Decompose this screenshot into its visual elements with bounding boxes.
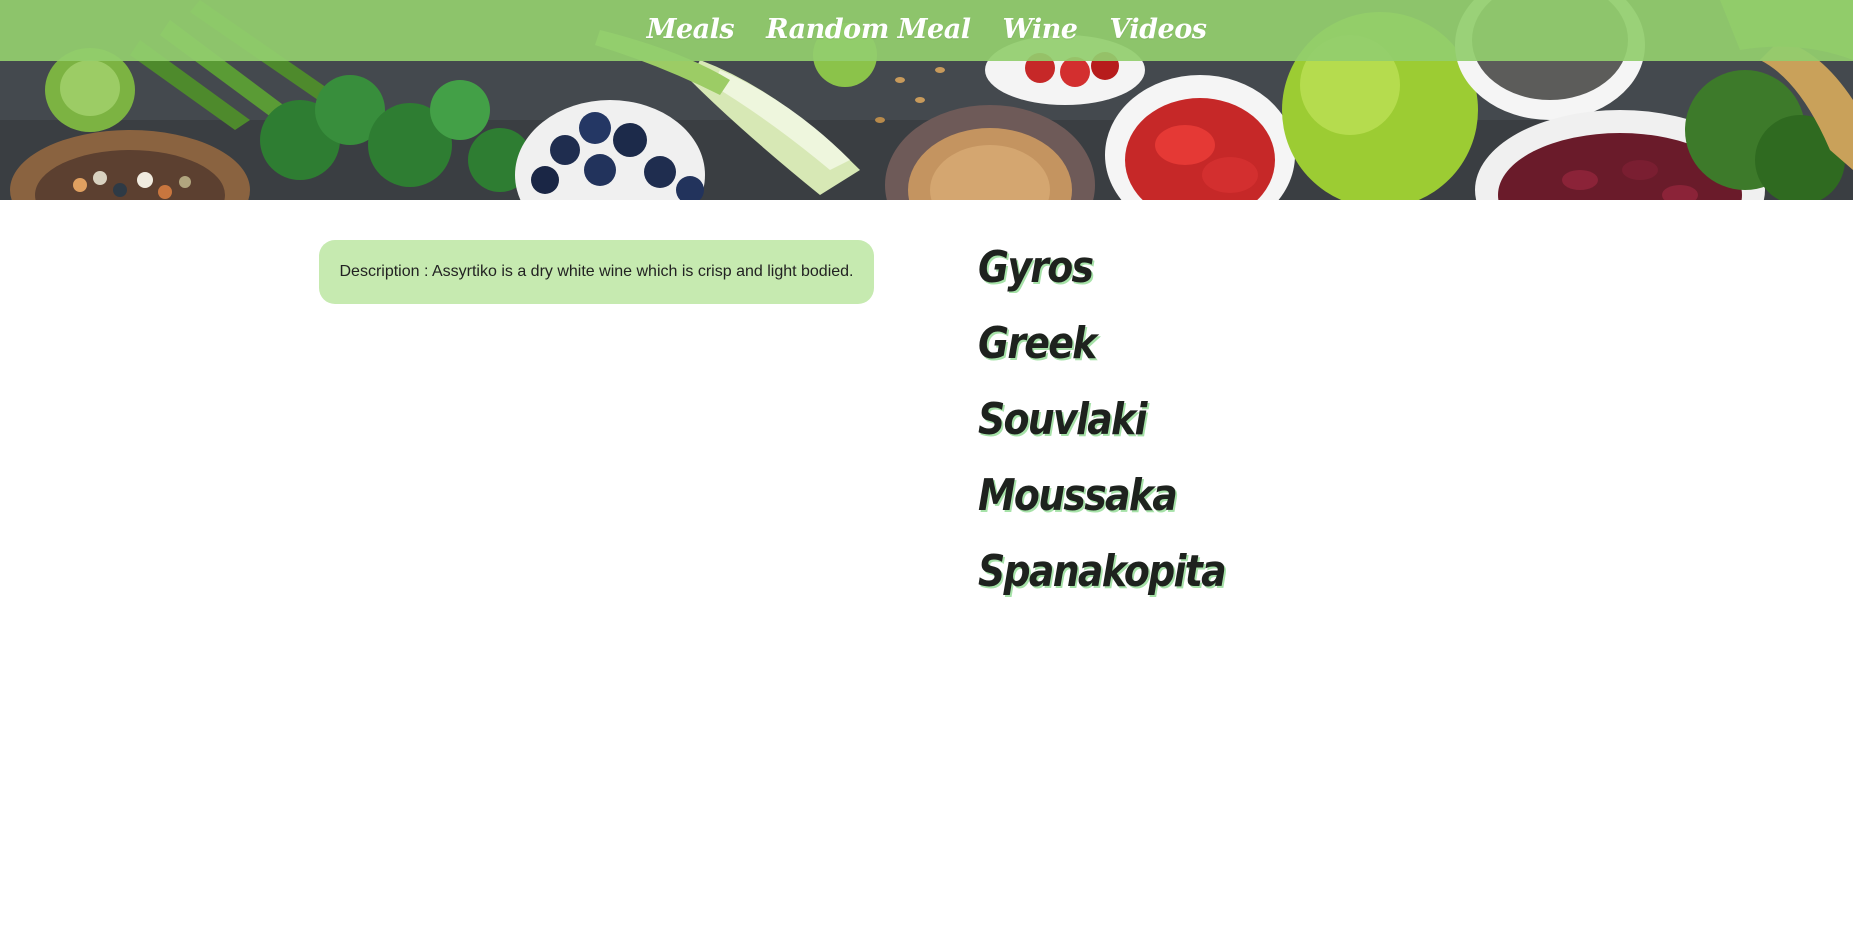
- meal-item-souvlaki[interactable]: Souvlaki: [978, 390, 1322, 466]
- nav-link-meals[interactable]: Meals: [647, 14, 735, 47]
- wine-description-card: Description : Assyrtiko is a dry white w…: [319, 240, 874, 304]
- nav-link-videos[interactable]: Videos: [1109, 14, 1207, 47]
- meal-item-moussaka[interactable]: Moussaka: [978, 466, 1322, 542]
- meal-item-greek[interactable]: Greek: [978, 314, 1322, 390]
- wine-description-text: Description : Assyrtiko is a dry white w…: [339, 263, 854, 280]
- header-banner: Meals Random Meal Wine Videos: [0, 0, 1853, 200]
- meal-item-spanakopita[interactable]: Spanakopita: [978, 542, 1322, 618]
- nav-link-random-meal[interactable]: Random Meal: [766, 14, 971, 47]
- meal-pairing-list: Gyros Greek Souvlaki Moussaka Spanakopit…: [978, 238, 1378, 618]
- top-navigation: Meals Random Meal Wine Videos: [0, 0, 1853, 61]
- meal-item-gyros[interactable]: Gyros: [978, 238, 1322, 314]
- nav-link-wine[interactable]: Wine: [1002, 14, 1077, 47]
